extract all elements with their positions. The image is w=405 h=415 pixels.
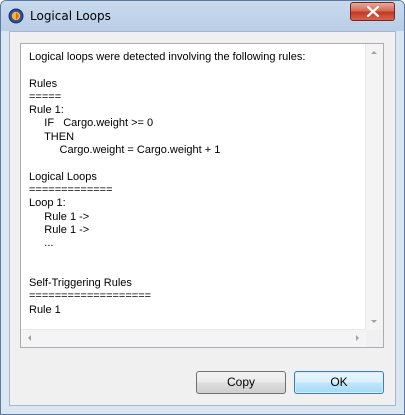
ok-button[interactable]: OK bbox=[294, 371, 384, 394]
horizontal-scrollbar[interactable] bbox=[21, 329, 366, 347]
logical-loops-dialog: Logical Loops Logical loops were detecte… bbox=[0, 0, 405, 415]
scroll-up-icon[interactable] bbox=[371, 51, 377, 54]
scroll-down-icon[interactable] bbox=[371, 320, 377, 323]
report-text-area[interactable]: Logical loops were detected involving th… bbox=[20, 43, 384, 348]
window-title: Logical Loops bbox=[30, 9, 111, 23]
close-button[interactable] bbox=[350, 2, 395, 21]
report-text: Logical loops were detected involving th… bbox=[29, 51, 306, 316]
vertical-scrollbar[interactable] bbox=[365, 44, 383, 330]
title-bar[interactable]: Logical Loops bbox=[1, 1, 404, 31]
app-logo-icon bbox=[8, 8, 24, 24]
scrollbar-corner bbox=[366, 330, 383, 347]
scroll-left-icon[interactable] bbox=[28, 335, 31, 341]
dialog-body: Logical loops were detected involving th… bbox=[9, 31, 396, 406]
close-icon bbox=[366, 6, 380, 17]
copy-button[interactable]: Copy bbox=[196, 371, 286, 394]
scroll-right-icon[interactable] bbox=[356, 335, 359, 341]
